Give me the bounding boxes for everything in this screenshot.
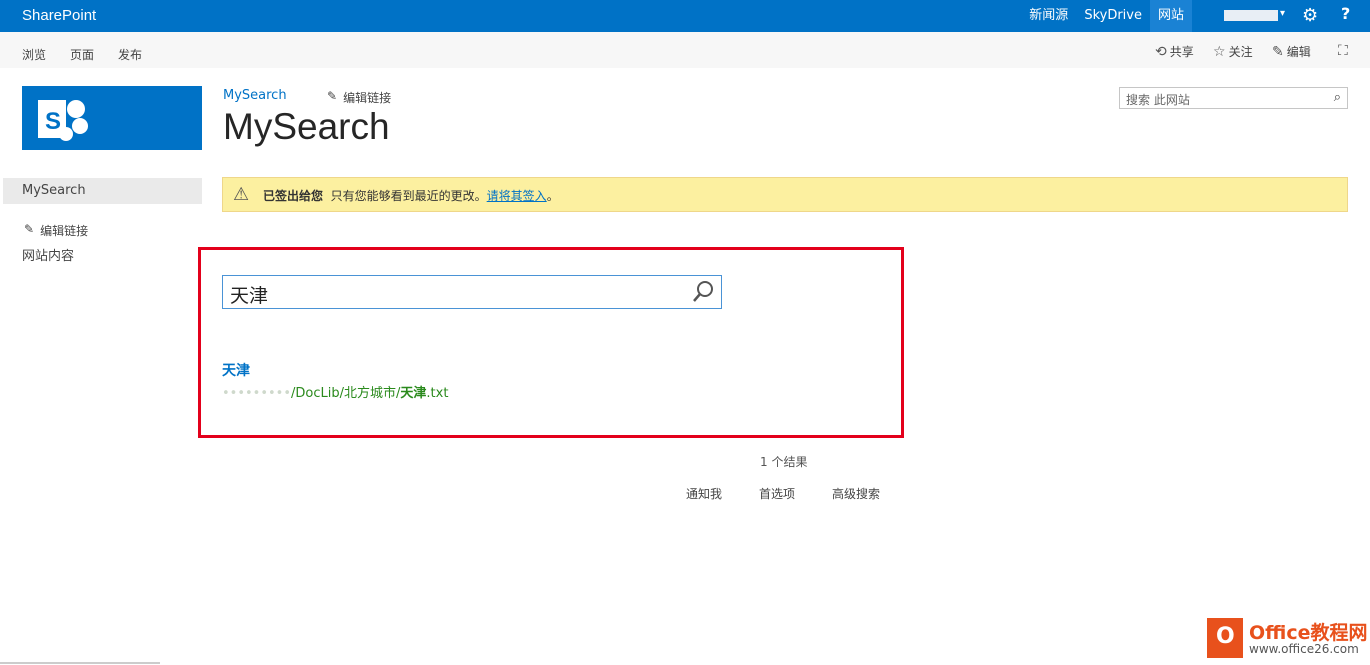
site-search-placeholder: 搜索 此网站 bbox=[1126, 91, 1190, 108]
result-count: 1 个结果 bbox=[760, 453, 807, 470]
fullscreen-icon: ⛶ bbox=[1338, 43, 1348, 59]
edit-links-label: 编辑链接 bbox=[343, 89, 391, 106]
pencil-icon: ✎ bbox=[327, 89, 337, 106]
edit-label: 编辑 bbox=[1287, 43, 1311, 60]
tab-browse[interactable]: 浏览 bbox=[22, 46, 46, 63]
suite-bar: SharePoint 新闻源 SkyDrive 网站 ▾ ⚙ ? bbox=[0, 0, 1370, 32]
ribbon: 浏览 页面 发布 ⟲ 共享 ☆ 关注 ✎ 编辑 ⛶ bbox=[0, 32, 1370, 68]
gear-icon[interactable]: ⚙ bbox=[1302, 5, 1318, 26]
edit-button[interactable]: ✎ 编辑 bbox=[1272, 43, 1311, 60]
nav-edit-links-label: 编辑链接 bbox=[40, 222, 88, 239]
star-icon: ☆ bbox=[1213, 44, 1226, 60]
office-logo-icon: O bbox=[1207, 618, 1243, 658]
tab-page[interactable]: 页面 bbox=[70, 46, 94, 63]
nav-item-label: MySearch bbox=[22, 183, 86, 198]
banner-message: 只有您能够看到最近的更改。 bbox=[331, 189, 487, 203]
user-menu[interactable]: ▾ bbox=[1212, 0, 1294, 32]
share-label: 共享 bbox=[1170, 43, 1194, 60]
help-icon[interactable]: ? bbox=[1341, 4, 1350, 23]
sharepoint-logo-icon: S bbox=[36, 94, 96, 144]
tab-publish[interactable]: 发布 bbox=[118, 46, 142, 63]
suite-link-sites[interactable]: 网站 bbox=[1150, 0, 1192, 32]
banner-text: 已签出给您 只有您能够看到最近的更改。请将其签入。 bbox=[263, 187, 559, 204]
search-icon[interactable]: ⌕ bbox=[1334, 90, 1341, 105]
suite-links: 新闻源 SkyDrive 网站 bbox=[1021, 0, 1192, 32]
divider bbox=[0, 662, 160, 664]
watermark-logo: O Office教程网 www.office26.com bbox=[1205, 612, 1370, 664]
breadcrumb-site[interactable]: MySearch bbox=[223, 88, 287, 103]
site-search-input[interactable]: 搜索 此网站 ⌕ bbox=[1119, 87, 1348, 109]
watermark-site: www.office26.com bbox=[1249, 642, 1359, 656]
alert-me-link[interactable]: 通知我 bbox=[686, 485, 722, 502]
search-query-value: 天津 bbox=[230, 281, 268, 308]
search-query-input[interactable]: 天津 bbox=[222, 275, 722, 309]
suite-link-skydrive[interactable]: SkyDrive bbox=[1076, 0, 1150, 32]
result-url-prefix: /DocLib/北方城市/ bbox=[291, 386, 400, 401]
pencil-icon: ✎ bbox=[24, 222, 34, 239]
follow-button[interactable]: ☆ 关注 bbox=[1213, 43, 1253, 60]
user-name-redacted bbox=[1224, 10, 1278, 21]
svg-text:S: S bbox=[45, 108, 61, 135]
checkout-status-banner: ⚠ 已签出给您 只有您能够看到最近的更改。请将其签入。 bbox=[222, 177, 1348, 212]
suite-link-newsfeed[interactable]: 新闻源 bbox=[1021, 0, 1076, 32]
brand-link[interactable]: SharePoint bbox=[22, 7, 96, 24]
share-icon: ⟲ bbox=[1155, 44, 1167, 60]
page-title: MySearch bbox=[223, 106, 390, 148]
banner-end: 。 bbox=[547, 189, 559, 203]
edit-links-top[interactable]: ✎ 编辑链接 bbox=[327, 89, 391, 106]
redacted-host: ••••••••• bbox=[222, 386, 291, 401]
result-title-link[interactable]: 天津 bbox=[222, 360, 250, 380]
pencil-icon: ✎ bbox=[1272, 44, 1284, 60]
result-url-suffix: .txt bbox=[426, 386, 448, 401]
watermark-brand: Office教程网 bbox=[1249, 618, 1368, 645]
share-button[interactable]: ⟲ 共享 bbox=[1155, 43, 1194, 60]
chevron-down-icon: ▾ bbox=[1280, 8, 1285, 19]
search-icon[interactable] bbox=[691, 280, 715, 304]
nav-edit-links[interactable]: ✎ 编辑链接 bbox=[24, 222, 88, 239]
preferences-link[interactable]: 首选项 bbox=[759, 485, 795, 502]
follow-label: 关注 bbox=[1229, 43, 1253, 60]
advanced-search-link[interactable]: 高级搜索 bbox=[832, 485, 880, 502]
site-logo[interactable]: S bbox=[22, 86, 202, 150]
nav-site-contents[interactable]: 网站内容 bbox=[22, 245, 74, 264]
banner-bold: 已签出给您 bbox=[263, 189, 323, 203]
focus-mode-button[interactable]: ⛶ bbox=[1338, 43, 1348, 59]
warning-icon: ⚠ bbox=[233, 184, 249, 205]
result-url: •••••••••/DocLib/北方城市/天津.txt bbox=[222, 382, 448, 401]
result-url-highlight: 天津 bbox=[400, 386, 426, 401]
check-in-link[interactable]: 请将其签入 bbox=[487, 189, 547, 203]
nav-item-mysearch[interactable]: MySearch bbox=[3, 178, 202, 204]
